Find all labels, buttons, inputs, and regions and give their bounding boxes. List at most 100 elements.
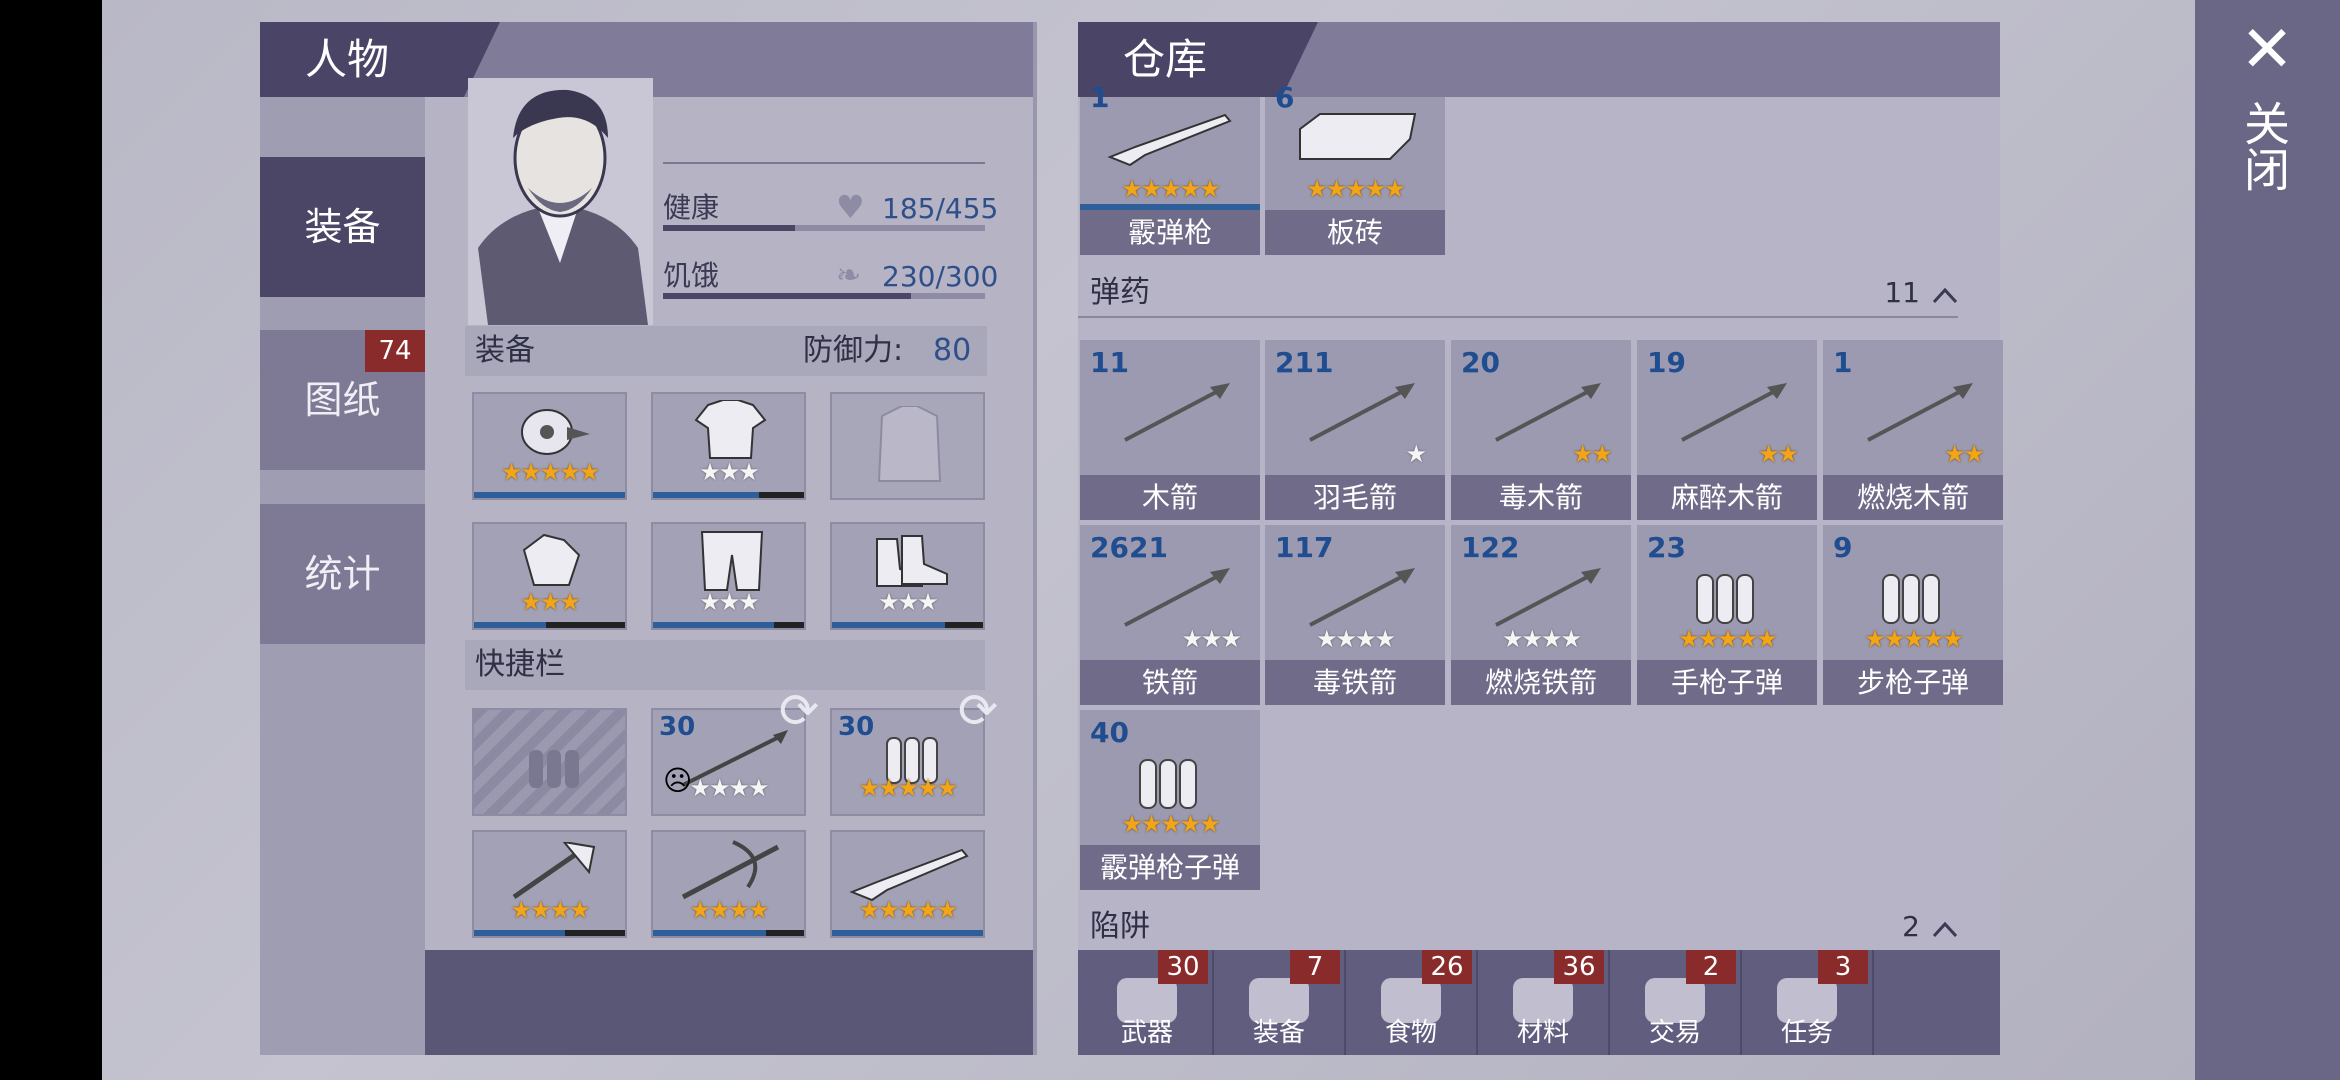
trap-section-count: 2 xyxy=(1902,910,1920,943)
category-label: 任务 xyxy=(1780,1018,1833,1048)
equip-slot-feet[interactable]: ★★★ xyxy=(830,522,985,630)
ammo-section-label: 弹药 xyxy=(1090,275,1150,310)
durability-bar xyxy=(653,492,759,498)
item-name: 霰弹枪子弹 xyxy=(1080,845,1260,890)
category-badge: 36 xyxy=(1554,950,1604,984)
star-rating: ★★★★ xyxy=(689,774,769,802)
glove-icon xyxy=(522,533,581,586)
item-name: 毒木箭 xyxy=(1451,475,1631,520)
swap-icon[interactable]: ⟳ xyxy=(772,684,826,738)
star-rating: ★★★★ xyxy=(1501,625,1582,653)
warehouse-item[interactable]: 19 ★★ 麻醉木箭 xyxy=(1637,340,1817,520)
chevron-up-icon[interactable] xyxy=(1932,282,1958,308)
category-label: 食物 xyxy=(1384,1018,1437,1048)
panel-divider xyxy=(1033,22,1037,1055)
tab-blueprints[interactable]: 图纸 74 xyxy=(260,330,425,470)
close-icon[interactable]: ✕ xyxy=(2237,18,2297,82)
durability-bar xyxy=(832,930,983,936)
quickbar-slot-shotgun[interactable]: ★★★★★ xyxy=(830,830,985,938)
warehouse-item[interactable]: 211 ★ 羽毛箭 xyxy=(1265,340,1445,520)
stat-divider xyxy=(663,162,985,164)
star-rating: ★★★ xyxy=(520,588,581,616)
category-tab[interactable]: 26 食物 xyxy=(1346,950,1478,1055)
character-panel-title: 人物 xyxy=(260,22,500,97)
hunger-label: 饥饿 xyxy=(663,259,720,292)
durability-bar xyxy=(474,492,625,498)
category-label: 装备 xyxy=(1252,1018,1305,1048)
arrow-icon xyxy=(1124,383,1230,442)
star-rating: ★★★★★ xyxy=(858,774,959,802)
category-badge: 7 xyxy=(1290,950,1340,984)
defense-label: 防御力: xyxy=(803,333,904,368)
durability-bar xyxy=(653,930,767,936)
star-rating: ★★★ xyxy=(878,588,939,616)
equip-slot-hands[interactable]: ★★★ xyxy=(472,522,627,630)
tranq-arrow-icon xyxy=(1681,383,1787,442)
chevron-up-icon[interactable] xyxy=(1932,916,1958,942)
star-rating: ★★★★★ xyxy=(1306,175,1406,203)
equipment-label: 装备 xyxy=(475,333,535,368)
category-tab[interactable]: 3 任务 xyxy=(1742,950,1874,1055)
item-name: 板砖 xyxy=(1265,210,1445,255)
close-button-label[interactable]: 关闭 xyxy=(2237,100,2291,192)
warehouse-item[interactable]: 122 ★★★★ 燃烧铁箭 xyxy=(1451,525,1631,705)
quickbar-slot-empty[interactable] xyxy=(472,708,627,816)
star-rating: ★★★ xyxy=(699,588,760,616)
category-tab[interactable]: 7 装备 xyxy=(1214,950,1346,1055)
equip-slot-coat[interactable] xyxy=(830,392,985,500)
warehouse-item[interactable]: 1 ★★ 燃烧木箭 xyxy=(1823,340,2003,520)
star-rating: ★★ xyxy=(1943,440,1985,468)
item-name: 铁箭 xyxy=(1080,660,1260,705)
warehouse-item[interactable]: 11 木箭 xyxy=(1080,340,1260,520)
feather-arrow-icon xyxy=(1309,383,1415,442)
tab-equipment[interactable]: 装备 xyxy=(260,157,425,297)
item-count: 30 xyxy=(838,712,875,742)
shotgun-icon xyxy=(849,848,969,902)
equip-slot-head[interactable]: ★★★★★ xyxy=(472,392,627,500)
health-bar xyxy=(663,225,985,231)
warehouse-item[interactable]: 20 ★★ 毒木箭 xyxy=(1451,340,1631,520)
star-rating: ★★★★ xyxy=(510,896,590,924)
pistol-ammo-icon xyxy=(1696,574,1754,624)
equip-slot-body[interactable]: ★★★ xyxy=(651,392,806,500)
poison-arrow-icon xyxy=(1495,383,1601,442)
trap-section-header[interactable]: 陷阱 2 xyxy=(1078,904,1958,950)
quickbar-slot-crossbow[interactable]: ★★★★ xyxy=(651,830,806,938)
warehouse-item[interactable]: 40 ★★★★★ 霰弹枪子弹 xyxy=(1080,710,1260,890)
jacket-icon xyxy=(877,406,942,482)
item-name: 燃烧铁箭 xyxy=(1451,660,1631,705)
category-label: 武器 xyxy=(1120,1018,1173,1048)
heart-icon: ♥ xyxy=(836,188,865,226)
warehouse-item[interactable]: 1 ★★★★★ 霰弹枪 xyxy=(1080,81,1260,255)
category-tab[interactable]: 30 武器 xyxy=(1082,950,1214,1055)
item-name: 燃烧木箭 xyxy=(1823,475,2003,520)
iron-arrow-icon xyxy=(1124,568,1230,627)
star-rating: ★★★★ xyxy=(1315,625,1396,653)
durability-bar xyxy=(832,622,946,628)
item-name: 羽毛箭 xyxy=(1265,475,1445,520)
category-tab[interactable]: 2 交易 xyxy=(1610,950,1742,1055)
swap-icon[interactable]: ⟳ xyxy=(951,684,1005,738)
shotgun-ammo-icon xyxy=(1139,759,1197,809)
ammo-section-header[interactable]: 弹药 11 xyxy=(1078,270,1958,318)
warehouse-item[interactable]: 117 ★★★★ 毒铁箭 xyxy=(1265,525,1445,705)
item-name: 手枪子弹 xyxy=(1637,660,1817,705)
equip-slot-legs[interactable]: ★★★ xyxy=(651,522,806,630)
warehouse-item[interactable]: 23 ★★★★★ 手枪子弹 xyxy=(1637,525,1817,705)
tab-label: 图纸 xyxy=(304,378,381,422)
category-label: 交易 xyxy=(1648,1018,1701,1048)
warehouse-item[interactable]: 2621 ★★★ 铁箭 xyxy=(1080,525,1260,705)
star-rating: ★★★★★ xyxy=(858,896,959,924)
warehouse-item[interactable]: 9 ★★★★★ 步枪子弹 xyxy=(1823,525,2003,705)
star-rating: ★ xyxy=(1405,440,1426,468)
rifle-ammo-icon xyxy=(1882,574,1940,624)
tab-statistics[interactable]: 统计 xyxy=(260,504,425,644)
star-rating: ★★★ xyxy=(1181,625,1242,653)
category-tab[interactable]: 36 材料 xyxy=(1478,950,1610,1055)
quickbar-slot-axe[interactable]: ★★★★ xyxy=(472,830,627,938)
item-name: 麻醉木箭 xyxy=(1637,475,1817,520)
equipment-header: 装备 防御力: 80 xyxy=(465,326,987,376)
category-label: 材料 xyxy=(1516,1018,1569,1048)
poison-iron-arrow-icon xyxy=(1309,568,1415,627)
warehouse-item[interactable]: 6 ★★★★★ 板砖 xyxy=(1265,81,1445,255)
